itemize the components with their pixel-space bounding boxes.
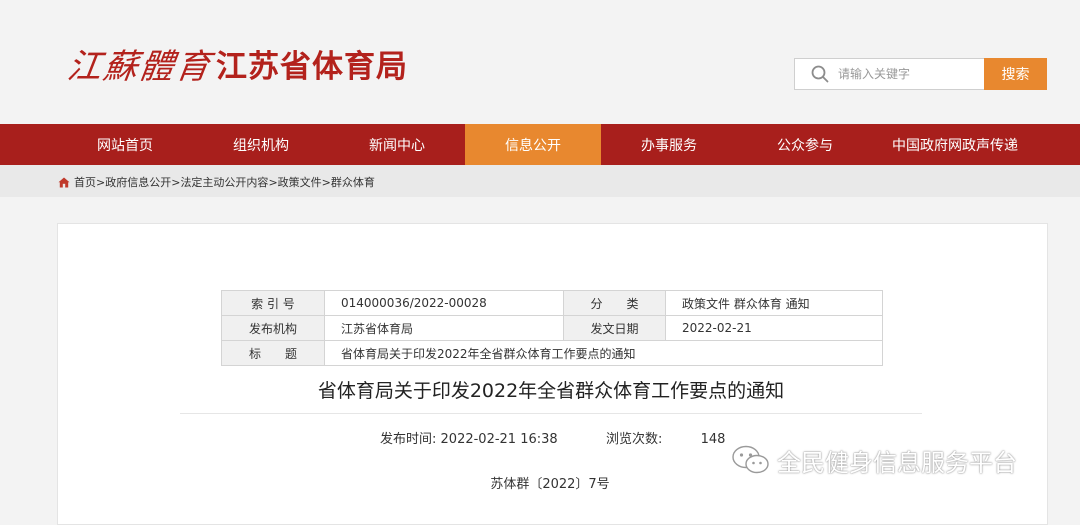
site-header: 江蘇體育 江苏省体育局 搜索 xyxy=(0,0,1080,124)
date-value: 2022-02-21 xyxy=(665,315,883,341)
date-label: 发文日期 xyxy=(563,315,666,341)
breadcrumb-gov-info[interactable]: 政府信息公开 xyxy=(105,174,171,190)
breadcrumb-bar: 首页 > 政府信息公开 > 法定主动公开内容 > 政策文件 > 群众体育 xyxy=(0,165,1080,197)
index-label: 索 引 号 xyxy=(221,290,325,316)
nav-item-participation[interactable]: 公众参与 xyxy=(737,124,873,165)
breadcrumb-separator: > xyxy=(321,175,331,189)
title-divider xyxy=(180,413,922,414)
nav-item-gov-net[interactable]: 中国政府网政声传递 xyxy=(873,124,1037,165)
document-number: 苏体群〔2022〕7号 xyxy=(490,477,610,492)
home-icon xyxy=(58,177,70,187)
search-box xyxy=(794,58,984,90)
breadcrumb-statutory[interactable]: 法定主动公开内容 xyxy=(180,174,268,190)
breadcrumb-separator: > xyxy=(268,175,278,189)
views-count: 148 xyxy=(700,432,726,447)
search-input[interactable] xyxy=(838,67,978,81)
nav-item-organization[interactable]: 组织机构 xyxy=(193,124,329,165)
nav-item-info-disclosure[interactable]: 信息公开 xyxy=(465,124,601,165)
watermark: 全民健身信息服务平台 xyxy=(731,444,1017,477)
category-label: 分 类 xyxy=(563,290,666,316)
breadcrumb: 首页 > 政府信息公开 > 法定主动公开内容 > 政策文件 > 群众体育 xyxy=(58,174,375,190)
subject-label: 标 题 xyxy=(221,340,325,366)
publish-time-label: 发布时间: xyxy=(380,432,437,447)
site-logo[interactable]: 江蘇體育 江苏省体育局 xyxy=(64,40,408,87)
logo-calligraphy: 江蘇體育 xyxy=(64,46,215,87)
breadcrumb-home[interactable]: 首页 xyxy=(74,174,96,190)
breadcrumb-separator: > xyxy=(171,175,181,189)
search-bar: 搜索 xyxy=(794,58,1047,90)
meta-row: 索 引 号 014000036/2022-00028 分 类 政策文件 群众体育… xyxy=(221,290,883,316)
subject-value: 省体育局关于印发2022年全省群众体育工作要点的通知 xyxy=(324,340,883,366)
index-value: 014000036/2022-00028 xyxy=(324,290,564,316)
logo-name: 江苏省体育局 xyxy=(216,48,408,85)
wechat-icon xyxy=(732,445,769,474)
watermark-text: 全民健身信息服务平台 xyxy=(777,448,1017,477)
nav-item-home[interactable]: 网站首页 xyxy=(57,124,193,165)
meta-row: 标 题 省体育局关于印发2022年全省群众体育工作要点的通知 xyxy=(221,340,883,366)
article-title: 省体育局关于印发2022年全省群众体育工作要点的通知 xyxy=(317,380,785,402)
views-label: 浏览次数: xyxy=(605,432,663,447)
search-button[interactable]: 搜索 xyxy=(984,58,1047,90)
document-meta-table: 索 引 号 014000036/2022-00028 分 类 政策文件 群众体育… xyxy=(221,290,883,366)
search-icon xyxy=(811,65,829,83)
publish-info: 发布时间: 2022-02-21 16:38 浏览次数: 148 xyxy=(380,428,725,447)
category-value: 政策文件 群众体育 通知 xyxy=(665,290,883,316)
main-nav: 网站首页 组织机构 新闻中心 信息公开 办事服务 公众参与 中国政府网政声传递 xyxy=(0,124,1080,165)
publish-time: 2022-02-21 16:38 xyxy=(440,432,558,447)
breadcrumb-policy[interactable]: 政策文件 xyxy=(278,174,322,190)
publisher-value: 江苏省体育局 xyxy=(324,315,564,341)
breadcrumb-mass-sports[interactable]: 群众体育 xyxy=(331,174,375,190)
meta-row: 发布机构 江苏省体育局 发文日期 2022-02-21 xyxy=(221,315,883,341)
publisher-label: 发布机构 xyxy=(221,315,325,341)
nav-item-services[interactable]: 办事服务 xyxy=(601,124,737,165)
nav-item-news[interactable]: 新闻中心 xyxy=(329,124,465,165)
breadcrumb-separator: > xyxy=(96,175,106,189)
